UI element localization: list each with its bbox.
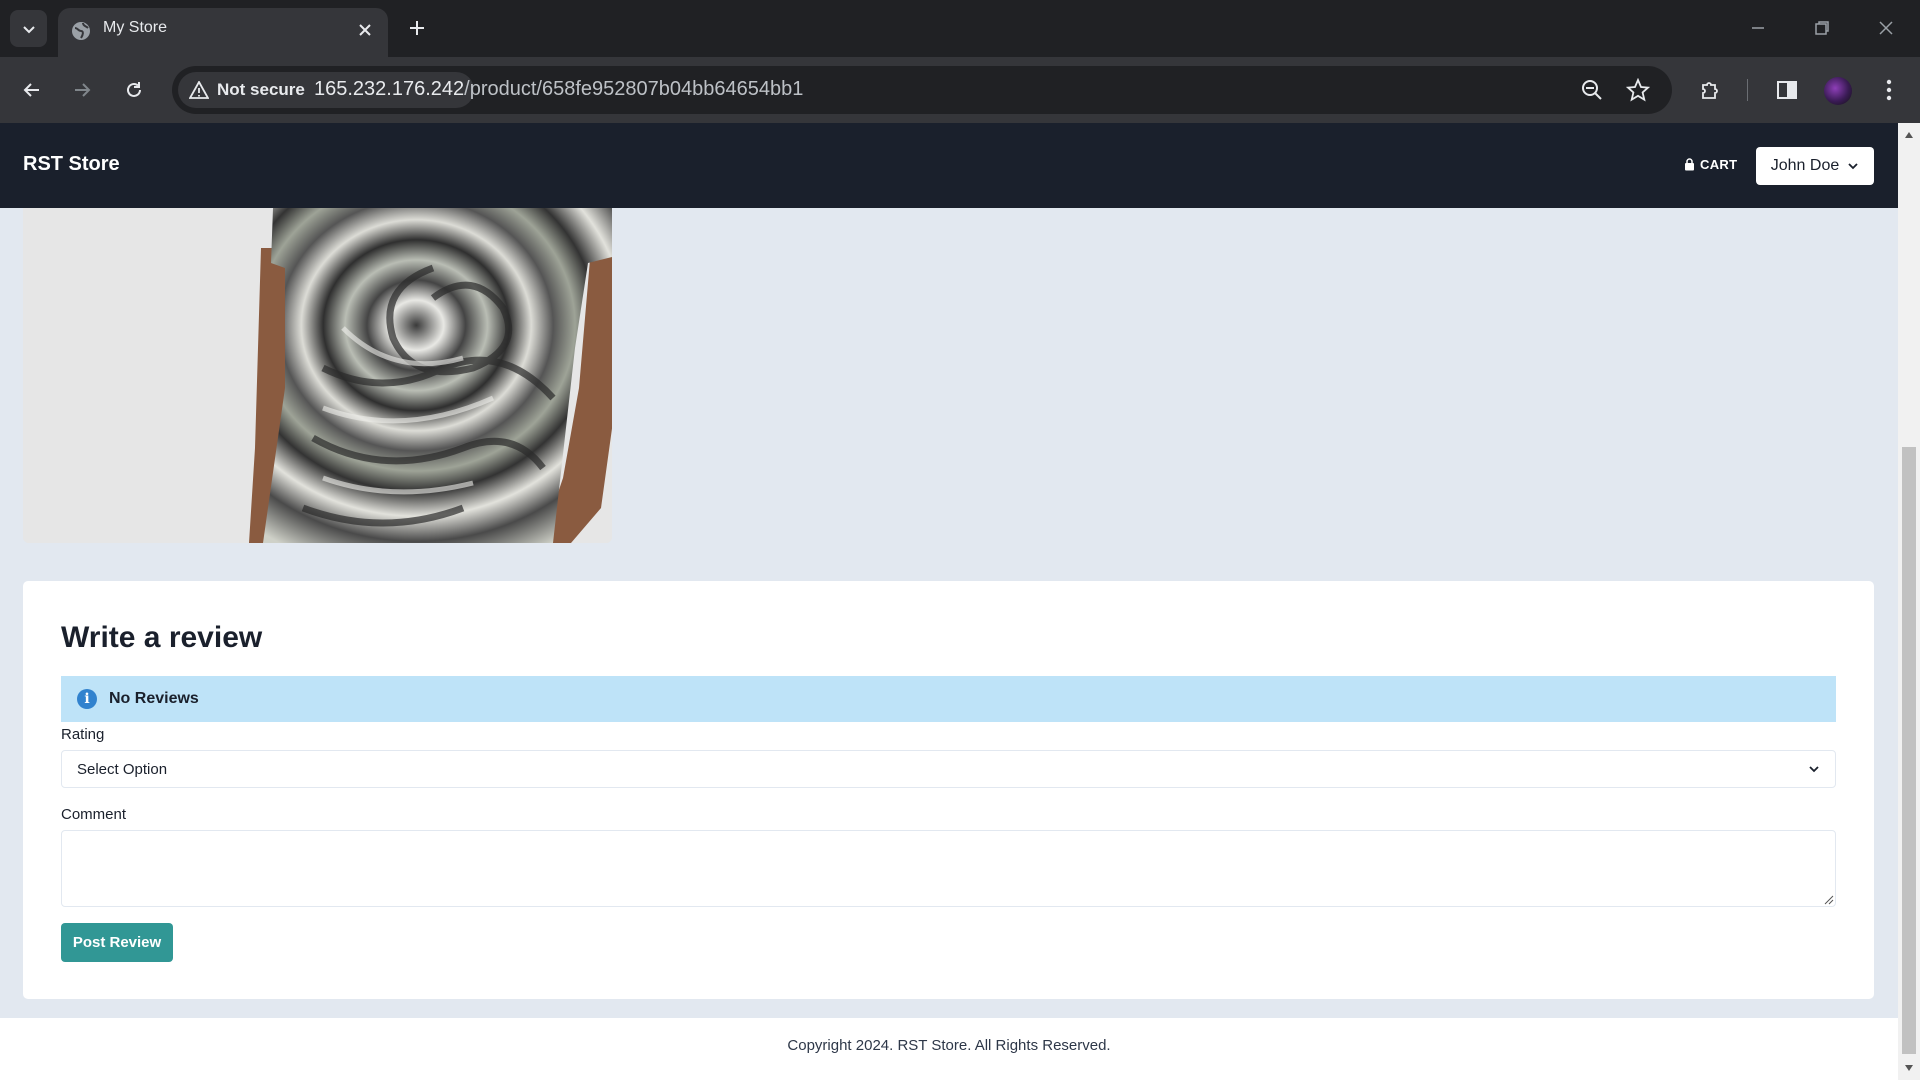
url-text[interactable]: 165.232.176.242/product/658fe952807b04bb… xyxy=(314,78,803,101)
product-image xyxy=(23,208,612,543)
info-icon: i xyxy=(77,689,97,709)
window-close-button[interactable] xyxy=(1868,10,1904,46)
comment-label: Comment xyxy=(61,806,127,823)
star-icon xyxy=(1626,78,1650,102)
no-reviews-alert: i No Reviews xyxy=(61,676,1836,722)
browser-toolbar: Not secure 165.232.176.242/product/658fe… xyxy=(0,57,1920,123)
rating-label: Rating xyxy=(61,726,105,743)
chevron-down-icon xyxy=(22,25,35,33)
reload-button[interactable] xyxy=(116,72,152,108)
minimize-button[interactable] xyxy=(1740,10,1776,46)
resize-handle-icon[interactable] xyxy=(1824,895,1834,905)
toolbar-divider xyxy=(1747,79,1748,101)
forward-button[interactable] xyxy=(64,72,100,108)
comment-textarea[interactable] xyxy=(61,830,1836,907)
zoom-button[interactable] xyxy=(1576,74,1608,106)
side-panel-button[interactable] xyxy=(1769,72,1805,108)
reload-icon xyxy=(127,82,141,97)
chevron-down-icon xyxy=(1848,163,1858,170)
bookmark-button[interactable] xyxy=(1622,74,1654,106)
chevron-down-icon xyxy=(1809,766,1819,773)
review-title: Write a review xyxy=(61,621,263,654)
cart-label: CART xyxy=(1700,157,1738,172)
security-label: Not secure xyxy=(217,80,305,99)
product-photo xyxy=(23,208,612,543)
tab-search-button[interactable] xyxy=(10,10,47,47)
profile-avatar[interactable] xyxy=(1824,77,1852,105)
close-icon xyxy=(359,24,371,36)
globe-icon xyxy=(72,22,90,40)
user-menu-button[interactable]: John Doe xyxy=(1756,147,1874,185)
minimize-icon xyxy=(1752,27,1764,29)
new-tab-button[interactable] xyxy=(402,13,432,43)
arrow-left-icon xyxy=(23,83,39,97)
address-bar[interactable]: Not secure 165.232.176.242/product/658fe… xyxy=(172,66,1672,114)
zoom-out-icon xyxy=(1582,80,1602,100)
cart-link[interactable]: CART xyxy=(1684,157,1737,172)
tab-close-button[interactable] xyxy=(352,17,378,43)
brand-logo[interactable]: RST Store xyxy=(23,153,120,176)
copyright-text: Copyright 2024. RST Store. All Rights Re… xyxy=(787,1037,1111,1054)
arrow-right-icon xyxy=(75,83,91,97)
extensions-button[interactable] xyxy=(1693,72,1729,108)
rating-select[interactable]: Select Option xyxy=(61,750,1836,788)
user-name: John Doe xyxy=(1770,157,1840,174)
scrollbar-thumb[interactable] xyxy=(1902,447,1916,1054)
side-panel-icon xyxy=(1777,81,1797,99)
close-icon xyxy=(1879,21,1893,35)
restore-button[interactable] xyxy=(1804,10,1840,46)
more-vertical-icon xyxy=(1886,79,1892,101)
url-host: 165.232.176.242 xyxy=(314,78,465,100)
puzzle-icon xyxy=(1702,82,1718,99)
warning-icon xyxy=(189,81,209,99)
page-viewport: RST Store CART John Doe Write a review i… xyxy=(0,123,1898,1080)
browser-menu-button[interactable] xyxy=(1871,72,1907,108)
site-navbar: RST Store CART John Doe xyxy=(0,123,1898,208)
restore-icon xyxy=(1815,21,1829,35)
browser-tab[interactable]: My Store xyxy=(58,8,388,57)
page-scrollbar[interactable] xyxy=(1898,123,1920,1080)
alert-text: No Reviews xyxy=(109,690,199,707)
rating-selected-value: Select Option xyxy=(77,760,168,778)
back-button[interactable] xyxy=(14,72,50,108)
scroll-up-icon[interactable] xyxy=(1904,131,1914,139)
site-footer: Copyright 2024. RST Store. All Rights Re… xyxy=(0,1018,1898,1080)
tab-title: My Store xyxy=(103,19,168,36)
review-card: Write a review i No Reviews Rating Selec… xyxy=(23,581,1874,999)
browser-tab-bar: My Store xyxy=(0,0,1920,57)
url-path: /product/658fe952807b04bb64654bb1 xyxy=(464,78,804,100)
plus-icon xyxy=(410,21,424,35)
post-review-button[interactable]: Post Review xyxy=(61,923,173,962)
scroll-down-icon[interactable] xyxy=(1904,1064,1914,1072)
lock-icon xyxy=(1685,158,1694,171)
